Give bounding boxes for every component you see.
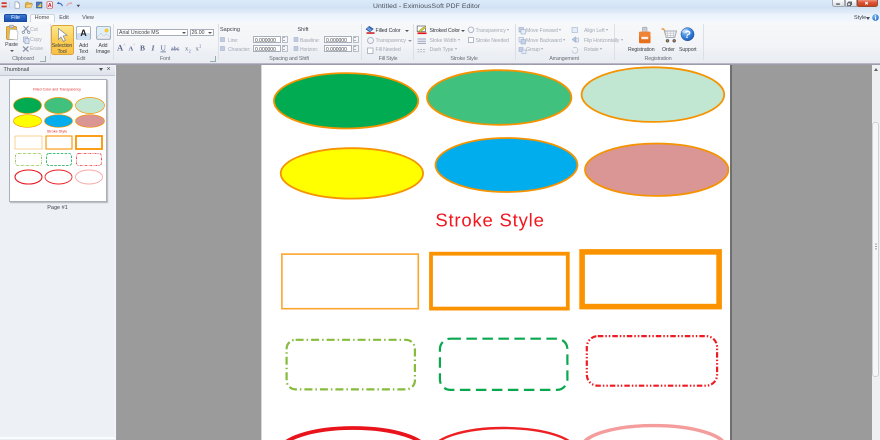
svg-text:U: U: [161, 43, 167, 52]
svg-text:abc: abc: [171, 46, 180, 52]
svg-text:Filled Color and Transparency: Filled Color and Transparency: [33, 87, 81, 91]
svg-text:^: ^: [124, 42, 126, 47]
svg-text:2: 2: [189, 48, 191, 53]
svg-text:Stroke Style: Stroke Style: [435, 210, 544, 231]
svg-text:2: 2: [199, 43, 201, 48]
svg-text:A: A: [48, 3, 52, 9]
svg-text:Stroke Style: Stroke Style: [46, 129, 66, 133]
svg-text:A: A: [80, 28, 87, 38]
svg-text:ˇ: ˇ: [134, 43, 136, 48]
svg-text:I: I: [151, 43, 156, 52]
svg-text:B: B: [140, 43, 145, 52]
